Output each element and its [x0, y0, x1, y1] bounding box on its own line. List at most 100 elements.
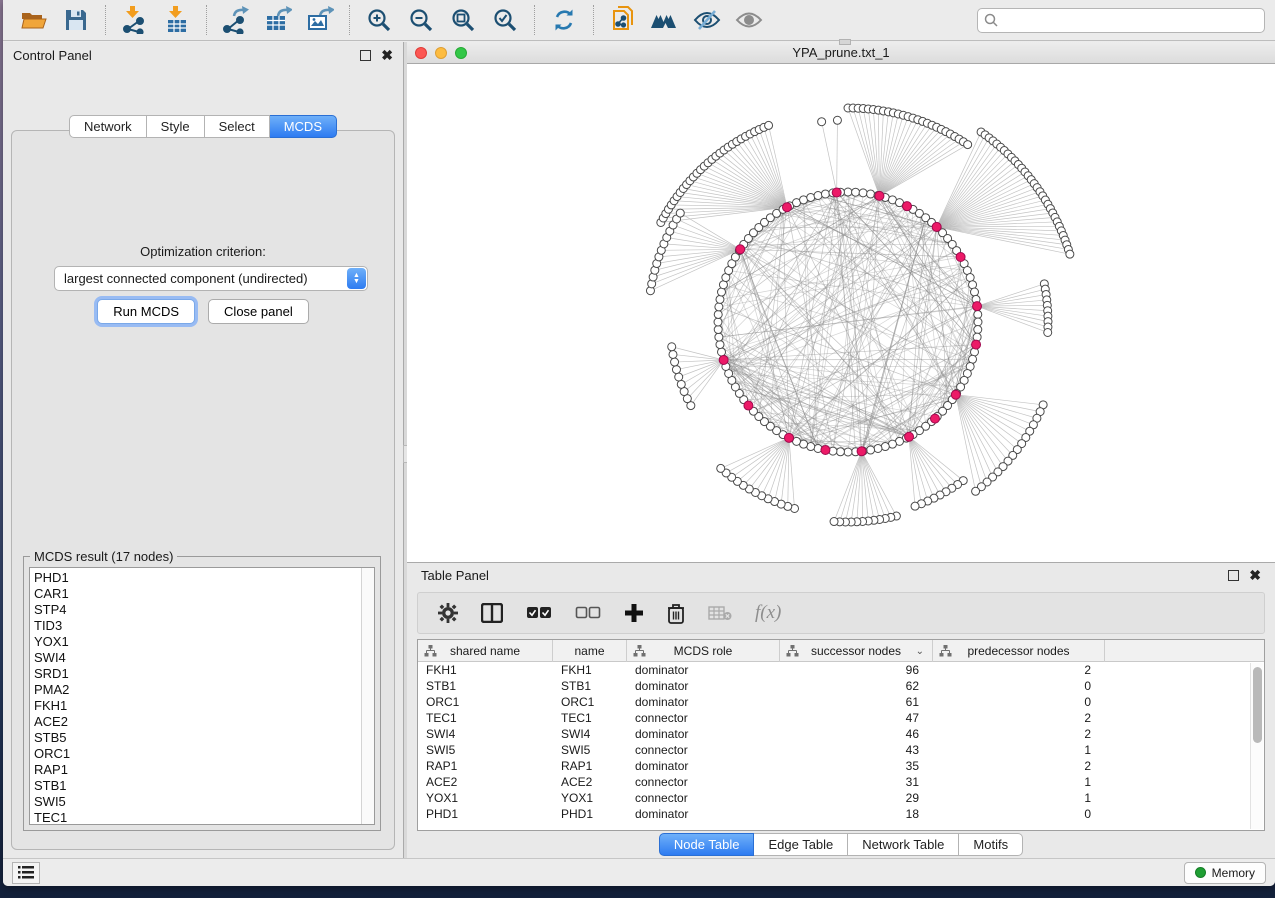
mcds-node[interactable]	[903, 202, 912, 211]
network-node[interactable]	[1066, 250, 1074, 258]
cell-successor-nodes[interactable]: 43	[780, 742, 933, 758]
network-node[interactable]	[807, 193, 815, 201]
tab-motifs[interactable]: Motifs	[959, 833, 1023, 856]
search-network-icon[interactable]	[648, 5, 682, 35]
mcds-result-item[interactable]: STB1	[34, 778, 357, 794]
table-settings-gear-icon[interactable]	[438, 603, 458, 623]
mcds-result-item[interactable]: TEC1	[34, 810, 357, 824]
network-node[interactable]	[852, 188, 860, 196]
mcds-result-item[interactable]: TID3	[34, 618, 357, 634]
cell-predecessor-nodes[interactable]: 1	[933, 742, 1105, 758]
refresh-icon[interactable]	[547, 5, 581, 35]
delete-table-icon[interactable]	[708, 605, 732, 621]
table-row[interactable]: ORC1ORC1dominator610	[418, 694, 1264, 710]
cell-name[interactable]: YOX1	[553, 790, 627, 806]
criterion-dropdown[interactable]: largest connected component (undirected)…	[54, 266, 368, 291]
network-node[interactable]	[972, 487, 980, 495]
network-node[interactable]	[874, 444, 882, 452]
network-node[interactable]	[974, 326, 982, 334]
network-node[interactable]	[836, 448, 844, 456]
network-node[interactable]	[765, 121, 773, 129]
mcds-node[interactable]	[972, 340, 981, 349]
column-header-shared-name[interactable]: shared name	[418, 640, 553, 662]
zoom-fit-icon[interactable]	[446, 5, 480, 35]
network-node[interactable]	[718, 348, 726, 356]
cell-name[interactable]: RAP1	[553, 758, 627, 774]
memory-button[interactable]: Memory	[1184, 862, 1266, 884]
window-zoom-icon[interactable]	[455, 47, 467, 59]
network-node[interactable]	[715, 303, 723, 311]
zoom-in-icon[interactable]	[362, 5, 396, 35]
mcds-result-item[interactable]: SWI4	[34, 650, 357, 666]
show-all-eye-icon[interactable]	[732, 5, 766, 35]
cell-mcds-role[interactable]: dominator	[627, 758, 780, 774]
cell-successor-nodes[interactable]: 62	[780, 678, 933, 694]
column-header-predecessor-nodes[interactable]: predecessor nodes	[933, 640, 1105, 662]
mcds-result-item[interactable]: PMA2	[34, 682, 357, 698]
table-row[interactable]: STB1STB1dominator620	[418, 678, 1264, 694]
cell-predecessor-nodes[interactable]: 0	[933, 694, 1105, 710]
mcds-node[interactable]	[956, 253, 965, 262]
cell-mcds-role[interactable]: dominator	[627, 726, 780, 742]
import-table-icon[interactable]	[160, 5, 194, 35]
mcds-result-item[interactable]: FKH1	[34, 698, 357, 714]
network-canvas[interactable]	[407, 64, 1275, 563]
cell-name[interactable]: STB1	[553, 678, 627, 694]
mcds-node[interactable]	[784, 433, 793, 442]
cell-shared-name[interactable]: ORC1	[418, 694, 553, 710]
mcds-node[interactable]	[857, 447, 866, 456]
mcds-result-item[interactable]: RAP1	[34, 762, 357, 778]
cell-name[interactable]: PHD1	[553, 806, 627, 822]
network-node[interactable]	[714, 318, 722, 326]
close-panel-button[interactable]: Close panel	[208, 299, 309, 324]
network-node[interactable]	[867, 190, 875, 198]
cell-predecessor-nodes[interactable]: 2	[933, 710, 1105, 726]
mcds-result-item[interactable]: CAR1	[34, 586, 357, 602]
zoom-out-icon[interactable]	[404, 5, 438, 35]
apply-function-icon[interactable]: f(x)	[755, 602, 781, 624]
table-row[interactable]: RAP1RAP1dominator352	[418, 758, 1264, 774]
cell-name[interactable]: SWI5	[553, 742, 627, 758]
table-row[interactable]: ACE2ACE2connector311	[418, 774, 1264, 790]
network-node[interactable]	[969, 281, 977, 289]
cell-shared-name[interactable]: PHD1	[418, 806, 553, 822]
network-node[interactable]	[964, 141, 972, 149]
network-node[interactable]	[970, 288, 978, 296]
deselect-all-icon[interactable]	[575, 605, 601, 621]
network-node[interactable]	[718, 288, 726, 296]
tab-network-table[interactable]: Network Table	[848, 833, 959, 856]
hide-selected-eye-icon[interactable]	[690, 5, 724, 35]
tab-node-table[interactable]: Node Table	[659, 833, 755, 856]
search-input[interactable]	[1002, 13, 1258, 27]
table-row[interactable]: SWI5SWI5connector431	[418, 742, 1264, 758]
mcds-node[interactable]	[736, 245, 745, 254]
cell-predecessor-nodes[interactable]: 2	[933, 726, 1105, 742]
mcds-node[interactable]	[821, 446, 830, 455]
network-node[interactable]	[867, 446, 875, 454]
table-row[interactable]: SWI4SWI4dominator462	[418, 726, 1264, 742]
tab-style[interactable]: Style	[147, 115, 205, 138]
cell-shared-name[interactable]: YOX1	[418, 790, 553, 806]
mcds-result-item[interactable]: ACE2	[34, 714, 357, 730]
select-all-icon[interactable]	[526, 605, 552, 621]
table-scrollbar-thumb[interactable]	[1253, 667, 1262, 743]
mcds-result-list[interactable]: PHD1CAR1STP4TID3YOX1SWI4SRD1PMA2FKH1ACE2…	[30, 568, 361, 824]
mcds-node[interactable]	[782, 203, 791, 212]
window-close-icon[interactable]	[415, 47, 427, 59]
mcds-result-item[interactable]: YOX1	[34, 634, 357, 650]
mcds-result-item[interactable]: STB5	[34, 730, 357, 746]
table-row[interactable]: PHD1PHD1dominator180	[418, 806, 1264, 822]
cell-mcds-role[interactable]: connector	[627, 710, 780, 726]
table-row[interactable]: FKH1FKH1dominator962	[418, 662, 1264, 678]
export-table-icon[interactable]	[261, 5, 295, 35]
network-node[interactable]	[717, 464, 725, 472]
cell-successor-nodes[interactable]: 35	[780, 758, 933, 774]
tab-edge-table[interactable]: Edge Table	[754, 833, 848, 856]
cell-mcds-role[interactable]: dominator	[627, 694, 780, 710]
network-node[interactable]	[672, 366, 680, 374]
mcds-result-item[interactable]: SWI5	[34, 794, 357, 810]
task-history-icon[interactable]	[12, 862, 40, 884]
network-node[interactable]	[818, 118, 826, 126]
mcds-node[interactable]	[744, 401, 753, 410]
tab-mcds[interactable]: MCDS	[270, 115, 337, 138]
